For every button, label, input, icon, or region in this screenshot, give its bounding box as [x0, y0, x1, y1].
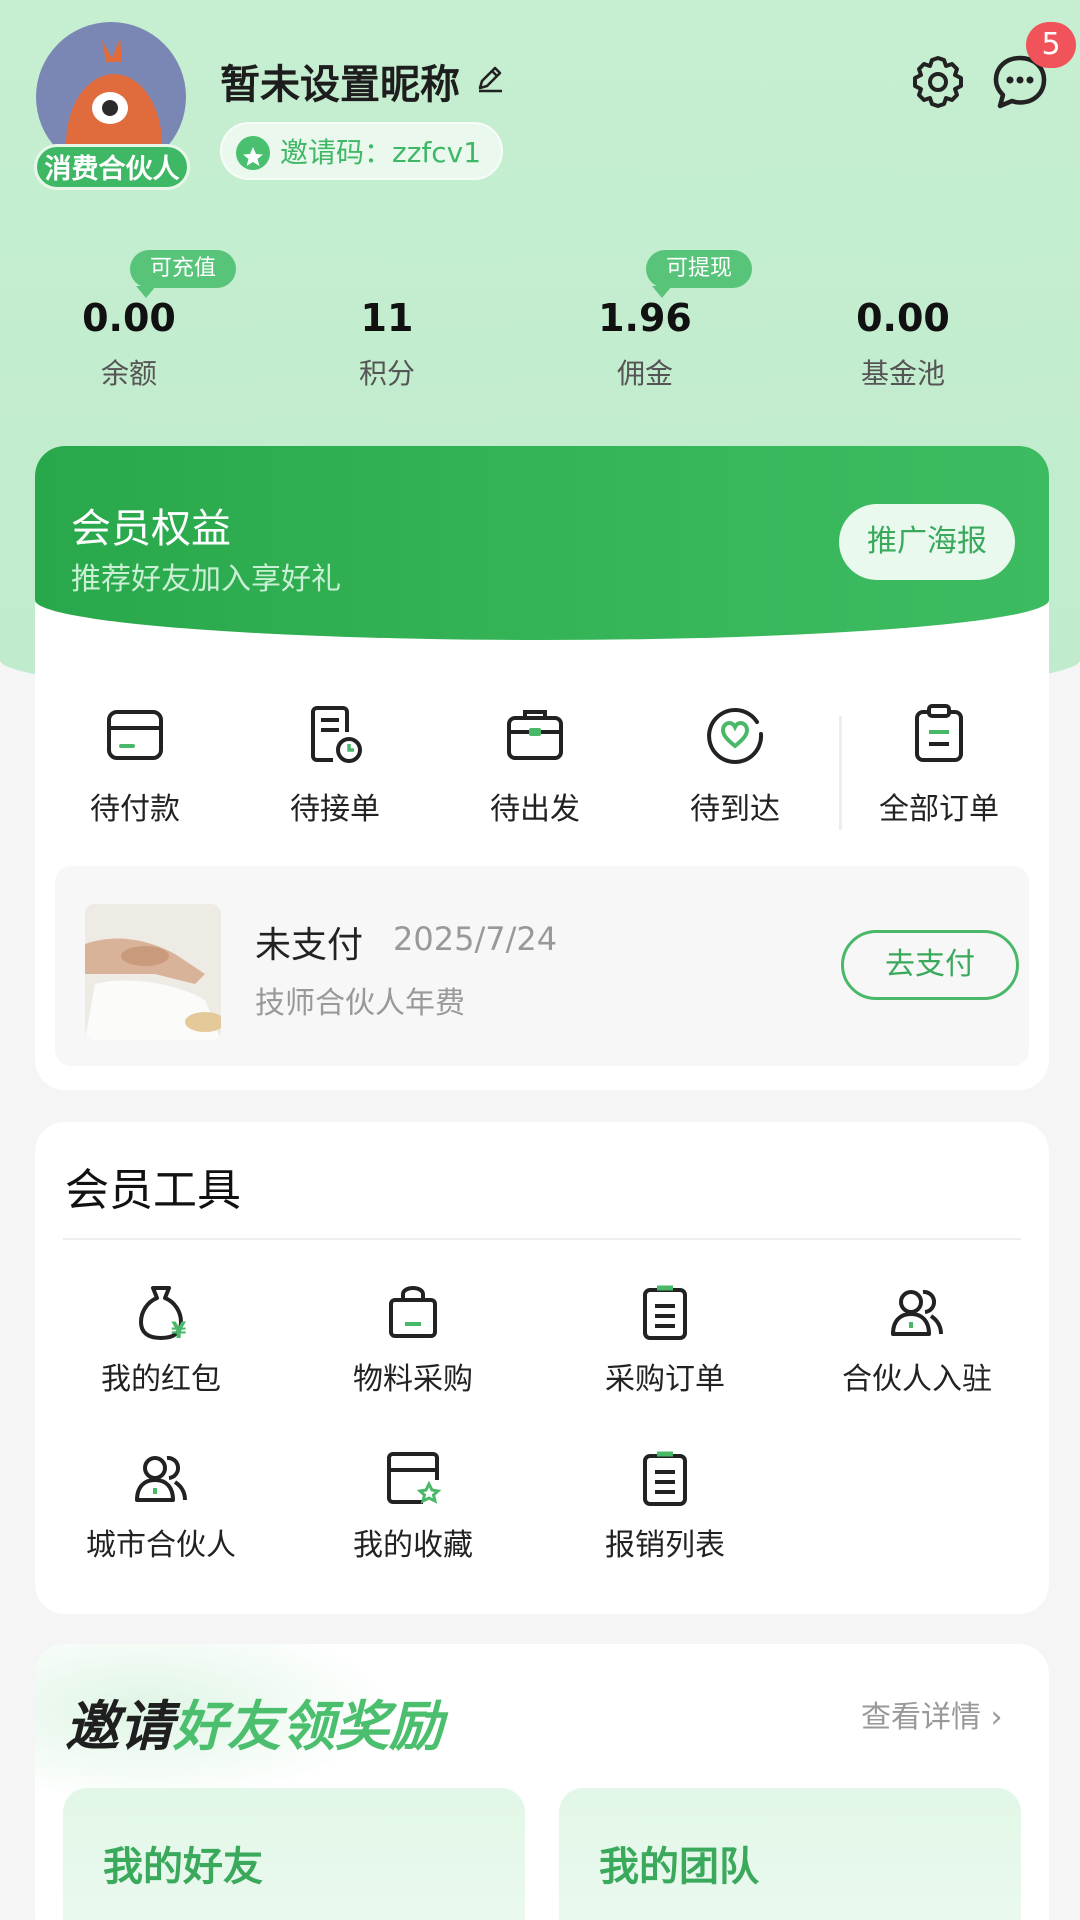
promo-poster-button[interactable]: 推广海报: [839, 504, 1015, 580]
invite-code-pill[interactable]: 邀请码：zzfcv1: [220, 122, 504, 180]
order-awaiting-accept[interactable]: 待接单: [235, 702, 435, 828]
document-clock-icon: [311, 706, 362, 763]
list-clipboard-icon: [643, 1285, 687, 1340]
stat-commission[interactable]: 1.96 佣金: [545, 288, 745, 392]
order-status: 未支付: [255, 925, 364, 966]
tool-label: 采购订单: [605, 1362, 725, 1397]
member-title: 会员权益: [71, 506, 231, 552]
tool-label: 报销列表: [605, 1528, 725, 1563]
stat-label: 积分: [358, 357, 415, 390]
people-icon: [891, 1289, 943, 1336]
people-icon: [135, 1455, 187, 1502]
avatar[interactable]: 消费合伙人: [34, 22, 190, 192]
my-team-title: 我的团队: [599, 1844, 759, 1890]
stat-value: 0.00: [82, 296, 176, 340]
member-benefits-header: 会员权益 推荐好友加入享好礼 推广海报: [35, 446, 1049, 640]
tool-partner-join[interactable]: 合伙人入驻: [791, 1282, 1043, 1398]
pending-order-row[interactable]: 未支付 2025/7/24 技师合伙人年费 去支付: [55, 866, 1029, 1066]
briefcase-icon: [507, 710, 563, 760]
order-label: 待到达: [690, 792, 780, 827]
order-awaiting-arrival[interactable]: 待到达: [635, 702, 835, 828]
heart-circle-icon: [707, 707, 764, 764]
stat-fund-pool[interactable]: 0.00 基金池: [803, 288, 1003, 392]
tools-divider: [63, 1238, 1021, 1240]
role-badge: 消费合伙人: [34, 144, 190, 190]
my-friends-card[interactable]: 我的好友: [63, 1788, 525, 1920]
tool-label: 我的红包: [101, 1362, 221, 1397]
balance-tip: 可充值: [130, 250, 237, 298]
edit-pencil-icon[interactable]: [474, 62, 506, 94]
member-benefits-card: 会员权益 推荐好友加入享好礼 推广海报 待付款 待接单 待出发 待到达 全部订单…: [35, 446, 1049, 1090]
stat-label: 佣金: [616, 357, 673, 390]
go-pay-button[interactable]: 去支付: [841, 930, 1019, 1000]
order-description: 技师合伙人年费: [255, 986, 465, 1021]
invite-title: 邀请好友领奖励: [65, 1682, 443, 1761]
tool-label: 我的收藏: [353, 1528, 473, 1563]
star-badge-icon: [236, 136, 270, 170]
svg-text:¥: ¥: [171, 1319, 187, 1342]
my-team-card[interactable]: 我的团队: [559, 1788, 1021, 1920]
invite-title-dark: 邀请: [65, 1695, 173, 1758]
order-all[interactable]: 全部订单: [839, 702, 1039, 828]
order-awaiting-departure[interactable]: 待出发: [435, 702, 635, 828]
order-label: 待出发: [490, 792, 580, 827]
tool-material-purchase[interactable]: 物料采购: [287, 1282, 539, 1398]
star-card-icon: [387, 1452, 442, 1504]
invite-rewards-card: 邀请好友领奖励 查看详情 › 我的好友 我的团队: [35, 1644, 1049, 1920]
order-date: 2025/7/24: [393, 920, 558, 958]
order-label: 待接单: [290, 792, 380, 827]
stat-label: 基金池: [860, 357, 945, 390]
tool-my-red-packet[interactable]: ¥ 我的红包: [35, 1282, 287, 1398]
member-tools-card: 会员工具 ¥ 我的红包 物料采购 采购订单 合伙人入驻 城市合伙人 我的收藏 报…: [35, 1122, 1049, 1614]
member-subtitle: 推荐好友加入享好礼: [71, 562, 341, 597]
order-label: 全部订单: [879, 792, 999, 827]
stat-value: 0.00: [856, 296, 950, 340]
order-label: 待付款: [90, 792, 180, 827]
shopping-bag-icon: [389, 1286, 437, 1338]
list-clipboard-icon: [643, 1451, 687, 1506]
wallet-card-icon: [107, 710, 163, 760]
tool-city-partner[interactable]: 城市合伙人: [35, 1448, 287, 1564]
view-details-link[interactable]: 查看详情 ›: [861, 1692, 1003, 1736]
invite-title-green: 好友领奖励: [173, 1695, 443, 1758]
nickname[interactable]: 暂未设置昵称: [220, 52, 460, 110]
order-thumbnail: [85, 904, 221, 1040]
order-pending-payment[interactable]: 待付款: [35, 702, 235, 828]
invite-code-text: 邀请码：zzfcv1: [280, 136, 482, 169]
my-friends-title: 我的好友: [103, 1844, 263, 1890]
tool-my-favorites[interactable]: 我的收藏: [287, 1448, 539, 1564]
tool-label: 物料采购: [353, 1362, 473, 1397]
tool-purchase-orders[interactable]: 采购订单: [539, 1282, 791, 1398]
tool-label: 合伙人入驻: [842, 1362, 992, 1397]
clipboard-icon: [915, 704, 963, 762]
stat-value: 11: [360, 296, 414, 340]
stat-points[interactable]: 11 积分: [287, 288, 487, 392]
money-bag-icon: ¥: [139, 1286, 187, 1342]
settings-gear-icon[interactable]: [908, 52, 968, 112]
commission-tip: 可提现: [646, 250, 753, 298]
tool-label: 城市合伙人: [86, 1528, 236, 1563]
stat-value: 1.96: [598, 296, 692, 340]
tools-title: 会员工具: [65, 1165, 241, 1216]
stat-label: 余额: [100, 357, 157, 390]
tool-reimbursement-list[interactable]: 报销列表: [539, 1448, 791, 1564]
stat-balance[interactable]: 0.00 余额: [29, 288, 229, 392]
message-count-badge: 5: [1026, 22, 1076, 68]
